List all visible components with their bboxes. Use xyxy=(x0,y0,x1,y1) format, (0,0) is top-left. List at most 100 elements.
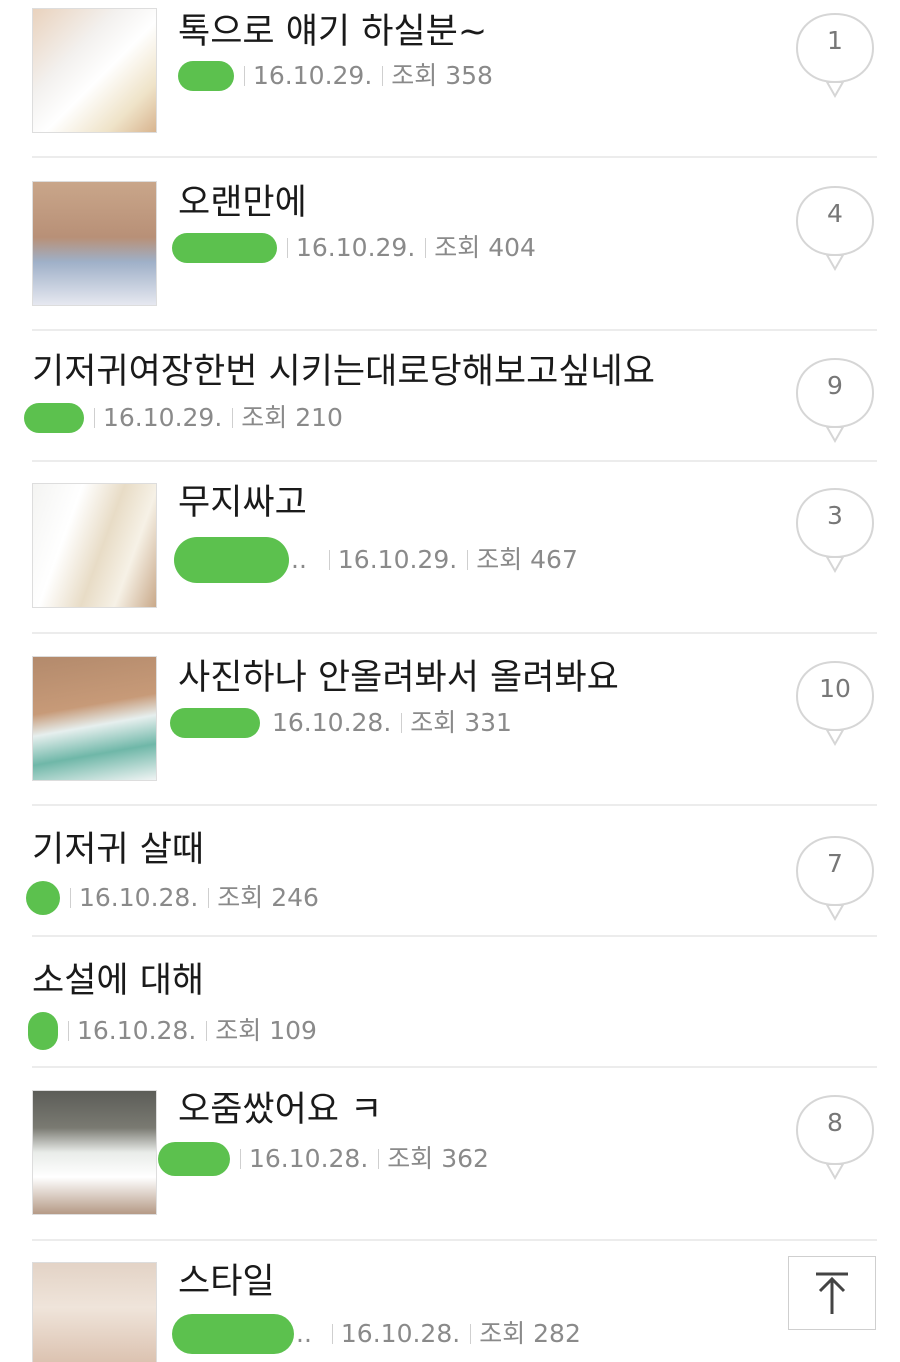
divider xyxy=(70,888,71,908)
divider xyxy=(425,238,427,258)
arrow-up-to-top-icon xyxy=(816,1272,848,1314)
post-meta: 16.10.28. 조회 246 xyxy=(26,881,319,915)
comment-count-bubble[interactable]: 8 xyxy=(795,1094,875,1184)
comment-count-bubble[interactable]: 10 xyxy=(795,660,875,750)
post-title: 스타일 xyxy=(178,1262,275,1302)
post-views: 조회 404 xyxy=(434,233,536,262)
divider xyxy=(331,1324,333,1344)
list-item[interactable]: 톡으로 얘기 하실분~ 16.10.29. 조회 358 1 xyxy=(32,8,877,136)
divider xyxy=(287,238,288,258)
list-item[interactable]: 무지싸고 .. 16.10.29. 조회 467 3 xyxy=(32,483,877,611)
comment-count-bubble[interactable]: 1 xyxy=(795,12,875,102)
post-date: 16.10.28. xyxy=(272,708,392,737)
row-divider xyxy=(32,804,877,806)
comment-count-bubble[interactable]: 4 xyxy=(795,185,875,275)
divider xyxy=(470,1324,472,1344)
post-title: 오줌쌌어요 ㅋ xyxy=(178,1090,383,1130)
comment-count: 8 xyxy=(827,1108,843,1137)
post-meta: 16.10.29. 조회 404 xyxy=(172,233,536,263)
post-date: 16.10.29. xyxy=(337,545,458,574)
author-redaction xyxy=(24,403,84,433)
row-divider xyxy=(32,632,877,634)
author-redaction xyxy=(172,1314,294,1354)
post-thumbnail xyxy=(32,656,157,781)
list-item[interactable]: 스타일 .. 16.10.28. 조회 282 xyxy=(32,1262,877,1362)
post-date: 16.10.28. xyxy=(249,1144,369,1173)
post-views: 조회 467 xyxy=(476,545,578,574)
author-redaction xyxy=(158,1142,230,1176)
list-item[interactable]: 소설에 대해 16.10.28. 조회 109 xyxy=(28,957,877,1052)
row-divider xyxy=(32,460,877,462)
post-title: 소설에 대해 xyxy=(32,961,205,1001)
list-item[interactable]: 기저귀여장한번 시키는대로당해보고싶네요 16.10.29. 조회 210 9 xyxy=(24,348,877,444)
comment-count-bubble[interactable]: 7 xyxy=(795,835,875,925)
post-date: 16.10.28. xyxy=(340,1319,461,1348)
divider xyxy=(382,66,384,86)
post-list: 톡으로 얘기 하실분~ 16.10.29. 조회 358 1 오랜만에 16.1… xyxy=(0,0,900,1362)
post-date: 16.10.28. xyxy=(79,883,199,912)
post-thumbnail xyxy=(32,1090,157,1215)
list-item[interactable]: 사진하나 안올려봐서 올려봐요 16.10.28. 조회 331 10 xyxy=(32,656,877,784)
author-redaction xyxy=(28,1012,58,1050)
post-meta: 16.10.28. 조회 109 xyxy=(28,1012,317,1050)
row-divider xyxy=(32,156,877,158)
post-thumbnail xyxy=(32,483,157,608)
comment-count: 9 xyxy=(827,371,843,400)
post-meta: .. 16.10.28. 조회 282 xyxy=(172,1314,581,1354)
comment-count-bubble[interactable]: 9 xyxy=(795,357,875,447)
post-views: 조회 362 xyxy=(387,1144,489,1173)
post-title: 기저귀 살때 xyxy=(32,830,205,870)
post-views: 조회 246 xyxy=(217,883,319,912)
post-meta: 16.10.29. 조회 210 xyxy=(24,403,343,433)
divider xyxy=(232,408,234,428)
post-title: 사진하나 안올려봐서 올려봐요 xyxy=(178,658,619,698)
post-views: 조회 331 xyxy=(410,708,512,737)
author-redaction xyxy=(170,708,260,738)
divider xyxy=(244,66,245,86)
post-date: 16.10.29. xyxy=(296,233,416,262)
post-views: 조회 282 xyxy=(479,1319,581,1348)
row-divider xyxy=(32,1239,877,1241)
comment-count: 3 xyxy=(827,501,843,530)
post-title: 무지싸고 xyxy=(178,483,307,523)
post-title: 오랜만에 xyxy=(178,183,307,223)
author-redaction xyxy=(172,233,277,263)
divider xyxy=(240,1149,241,1169)
comment-count: 7 xyxy=(827,849,843,878)
post-meta: 16.10.28. 조회 362 xyxy=(158,1142,489,1176)
post-views: 조회 210 xyxy=(241,403,343,432)
post-date: 16.10.29. xyxy=(253,61,373,90)
divider xyxy=(206,1021,208,1041)
scroll-to-top-button[interactable] xyxy=(788,1256,876,1330)
comment-count: 1 xyxy=(827,26,843,55)
post-views: 조회 358 xyxy=(391,61,493,90)
author-redaction xyxy=(26,881,60,915)
comment-count: 4 xyxy=(827,199,843,228)
author-redaction xyxy=(178,61,234,91)
post-date: 16.10.29. xyxy=(103,403,223,432)
post-thumbnail xyxy=(32,1262,157,1362)
author-redaction xyxy=(174,537,289,583)
post-meta: 16.10.28. 조회 331 xyxy=(170,708,512,738)
comment-count: 10 xyxy=(819,674,851,703)
post-meta: .. 16.10.29. 조회 467 xyxy=(174,537,578,583)
row-divider xyxy=(32,935,877,937)
post-title: 톡으로 얘기 하실분~ xyxy=(178,12,488,52)
comment-count-bubble[interactable]: 3 xyxy=(795,487,875,577)
post-title: 기저귀여장한번 시키는대로당해보고싶네요 xyxy=(32,352,655,392)
divider xyxy=(328,550,330,570)
post-date: 16.10.28. xyxy=(77,1016,197,1045)
list-item[interactable]: 오랜만에 16.10.29. 조회 404 4 xyxy=(32,181,877,309)
post-views: 조회 109 xyxy=(215,1016,317,1045)
list-item[interactable]: 기저귀 살때 16.10.28. 조회 246 7 xyxy=(26,826,877,922)
divider xyxy=(68,1021,69,1041)
divider xyxy=(94,408,95,428)
list-item[interactable]: 오줌쌌어요 ㅋ 16.10.28. 조회 362 8 xyxy=(32,1090,877,1218)
row-divider xyxy=(32,329,877,331)
row-divider xyxy=(32,1066,877,1068)
post-thumbnail xyxy=(32,181,157,306)
post-meta: 16.10.29. 조회 358 xyxy=(178,61,493,91)
divider xyxy=(401,713,403,733)
divider xyxy=(467,550,469,570)
divider xyxy=(378,1149,380,1169)
